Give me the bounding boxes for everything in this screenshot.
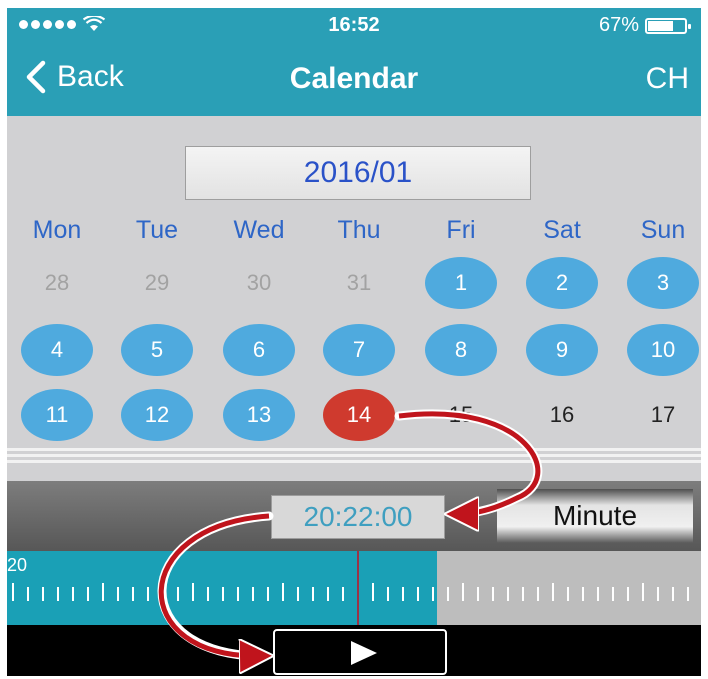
calendar-day-15[interactable]: 15 [425, 389, 497, 441]
calendar-day-3[interactable]: 3 [627, 257, 699, 309]
calendar-day-8[interactable]: 8 [425, 324, 497, 376]
status-bar: 16:52 67% [7, 8, 701, 42]
calendar-day-14[interactable]: 14 [323, 389, 395, 441]
weekday-header-row: Mon Tue Wed Thu Fri Sat Sun [7, 216, 701, 246]
calendar-day-6[interactable]: 6 [223, 324, 295, 376]
playback-bar [7, 625, 701, 676]
app-screen: 16:52 67% Back Calendar CH 2016/01 Mon Tu… [7, 8, 701, 676]
calendar-day-11[interactable]: 11 [21, 389, 93, 441]
battery-percent: 67% [598, 14, 639, 36]
calendar-day-29[interactable]: 29 [121, 257, 193, 309]
calendar-day-7[interactable]: 7 [323, 324, 395, 376]
calendar-day-4[interactable]: 4 [21, 324, 93, 376]
calendar-day-10[interactable]: 10 [627, 324, 699, 376]
time-controls: 20:22:00 Minute [7, 481, 701, 551]
calendar-day-28[interactable]: 28 [21, 257, 93, 309]
play-button[interactable] [273, 629, 447, 675]
timeline-scrubber[interactable]: 20 [7, 551, 701, 625]
calendar-day-5[interactable]: 5 [121, 324, 193, 376]
calendar-day-17[interactable]: 17 [627, 389, 699, 441]
battery-indicator: 67% [598, 14, 691, 37]
timeline-cursor[interactable] [357, 551, 359, 625]
play-icon [351, 641, 377, 665]
navigation-bar: Back Calendar CH [7, 42, 701, 116]
time-field[interactable]: 20:22:00 [271, 495, 445, 539]
status-time: 16:52 [328, 14, 380, 36]
calendar-day-13[interactable]: 13 [223, 389, 295, 441]
weekday-thu: Thu [337, 216, 381, 244]
battery-icon [645, 17, 691, 34]
weekday-mon: Mon [32, 216, 82, 244]
divider [7, 448, 701, 464]
calendar-day-1[interactable]: 1 [425, 257, 497, 309]
timeline-ticks [12, 583, 689, 601]
weekday-sat: Sat [543, 216, 581, 244]
weekday-sun: Sun [640, 216, 686, 244]
calendar-day-31[interactable]: 31 [323, 257, 395, 309]
weekday-wed: Wed [233, 216, 285, 244]
calendar-day-12[interactable]: 12 [121, 389, 193, 441]
month-selector[interactable]: 2016/01 [185, 146, 531, 200]
calendar-day-30[interactable]: 30 [223, 257, 295, 309]
calendar-day-16[interactable]: 16 [526, 389, 598, 441]
weekday-fri: Fri [446, 216, 476, 244]
weekday-tue: Tue [135, 216, 179, 244]
minute-button[interactable]: Minute [497, 489, 693, 543]
channel-button[interactable]: CH [646, 62, 689, 96]
calendar-day-9[interactable]: 9 [526, 324, 598, 376]
page-title: Calendar [289, 62, 419, 95]
timeline-hour-label: 20 [7, 555, 28, 575]
calendar-day-2[interactable]: 2 [526, 257, 598, 309]
